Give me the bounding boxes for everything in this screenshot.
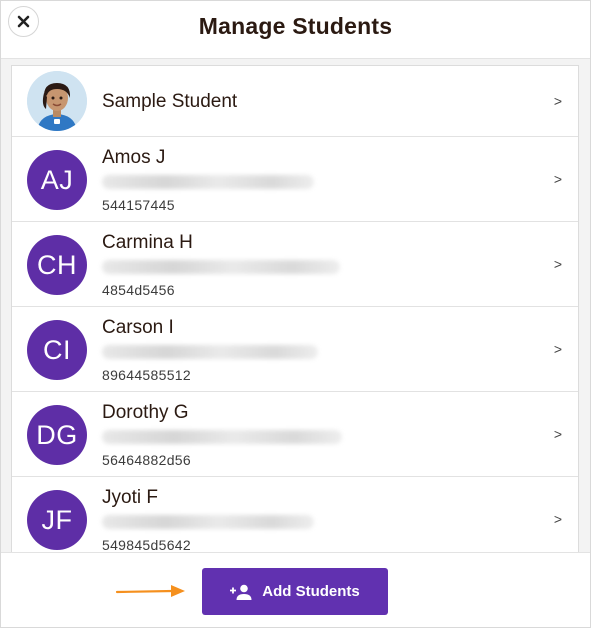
student-name: Amos J	[102, 147, 166, 168]
blurred-student-detail	[102, 260, 340, 274]
student-initials-avatar: CH	[27, 235, 87, 295]
orange-arrow-icon	[115, 585, 185, 597]
student-row-carson-i[interactable]: CI Carson I 89644585512 >	[12, 307, 578, 392]
student-name: Jyoti F	[102, 487, 158, 508]
student-initials-avatar: DG	[27, 405, 87, 465]
blurred-student-detail	[102, 345, 318, 359]
blurred-student-detail	[102, 430, 342, 444]
student-code: 544157445	[102, 197, 175, 213]
student-code: 89644585512	[102, 367, 191, 383]
student-name: Dorothy G	[102, 402, 189, 423]
add-students-button[interactable]: Add Students	[202, 568, 388, 615]
chevron-right-icon: >	[553, 341, 562, 357]
student-name: Carson I	[102, 317, 174, 338]
student-row-dorothy-g[interactable]: DG Dorothy G 56464882d56 >	[12, 392, 578, 477]
student-row-amos-j[interactable]: AJ Amos J 544157445 >	[12, 137, 578, 222]
blurred-student-detail	[102, 175, 314, 189]
student-row-jyoti-f[interactable]: JF Jyoti F 549845d5642 >	[12, 477, 578, 552]
student-initials-avatar: JF	[27, 490, 87, 550]
student-name: Sample Student	[102, 91, 238, 112]
student-initials-avatar: CI	[27, 320, 87, 380]
student-name: Carmina H	[102, 232, 193, 253]
student-initials-avatar: AJ	[27, 150, 87, 210]
student-code: 4854d5456	[102, 282, 175, 298]
page-title: Manage Students	[198, 13, 393, 39]
student-row-sample-student[interactable]: Sample Student >	[12, 66, 578, 137]
chevron-right-icon: >	[553, 511, 562, 527]
chevron-right-icon: >	[553, 171, 562, 187]
add-person-icon	[230, 584, 252, 600]
blurred-student-detail	[102, 515, 314, 529]
add-students-label: Add Students	[262, 583, 360, 600]
chevron-right-icon: >	[553, 256, 562, 272]
student-list: Sample Student > AJ Amos J 544157445 > C…	[11, 65, 579, 552]
student-code: 549845d5642	[102, 537, 191, 552]
student-code: 56464882d56	[102, 452, 191, 468]
sample-student-avatar	[27, 71, 87, 131]
dialog-footer: Add Students	[1, 552, 590, 627]
manage-students-dialog: Manage Students Sample Student > AJ Amos…	[0, 0, 591, 628]
student-row-carmina-h[interactable]: CH Carmina H 4854d5456 >	[12, 222, 578, 307]
dialog-header: Manage Students	[1, 1, 590, 59]
chevron-right-icon: >	[553, 426, 562, 442]
chevron-right-icon: >	[553, 93, 562, 109]
